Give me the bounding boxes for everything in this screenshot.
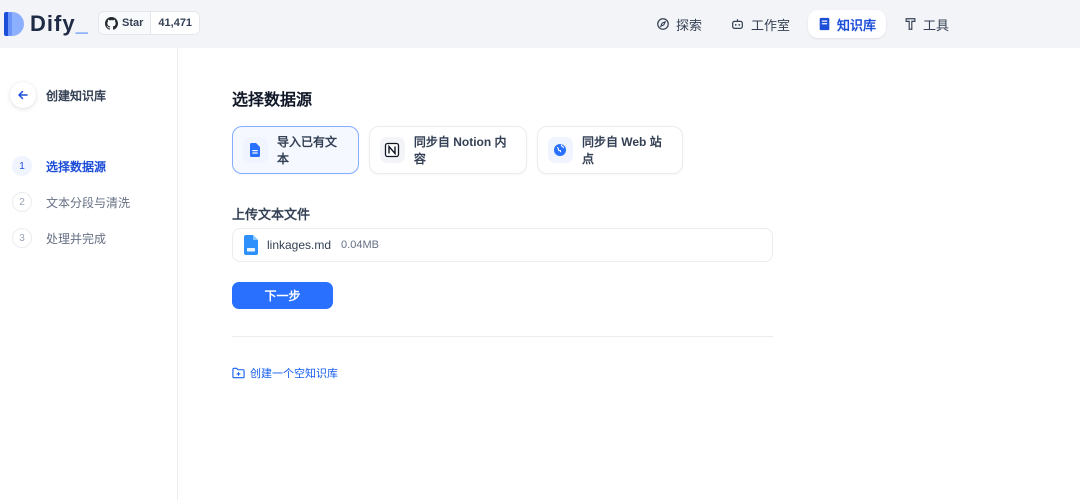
source-label: 同步自 Notion 内容 (413, 135, 507, 166)
step-number: 2 (12, 192, 32, 212)
logo-text: Dify_ (30, 11, 89, 36)
page-title: 选择数据源 (232, 92, 313, 109)
divider (232, 336, 773, 337)
document-icon (243, 137, 268, 163)
nav-studio-label: 工作室 (751, 17, 791, 33)
step-list: 1 选择数据源 2 文本分段与清洗 3 处理并完成 (12, 148, 130, 256)
data-source-options: 导入已有文本 同步自 Notion 内容 同步自 Web 站点 (232, 126, 693, 174)
nav-knowledge-label: 知识库 (837, 17, 877, 33)
source-import-text-button[interactable]: 导入已有文本 (232, 126, 359, 174)
book-icon (819, 17, 830, 31)
source-web-button[interactable]: 同步自 Web 站点 (537, 126, 683, 174)
create-empty-knowledge-link[interactable]: 创建一个空知识库 (232, 365, 338, 381)
github-star-widget[interactable]: Star 41,471 (98, 11, 201, 35)
dify-logo[interactable]: Dify_ (4, 10, 89, 38)
main-content: 选择数据源 导入已有文本 同步自 Notion 内容 同步自 Web 站点 上传… (178, 48, 1080, 500)
folder-plus-icon (232, 367, 245, 379)
main-nav: 探索 工作室 知识库 工具 (646, 10, 967, 38)
github-star-count: 41,471 (151, 12, 200, 34)
explore-icon (657, 18, 669, 30)
step-number: 1 (12, 156, 32, 176)
sidebar-title: 创建知识库 (46, 89, 107, 103)
nav-tools-label: 工具 (923, 17, 950, 33)
next-step-button[interactable]: 下一步 (232, 282, 333, 309)
logo-mark-icon (4, 11, 24, 37)
globe-icon (548, 137, 573, 163)
markdown-file-icon (244, 235, 258, 255)
create-empty-label: 创建一个空知识库 (250, 368, 338, 380)
top-header: Dify_ Star 41,471 探索 工作室 知识库 工具 (0, 0, 1080, 48)
file-name: linkages.md (267, 238, 332, 252)
step-label: 选择数据源 (46, 159, 107, 174)
nav-explore[interactable]: 探索 (646, 10, 712, 38)
steps-sidebar: 创建知识库 1 选择数据源 2 文本分段与清洗 3 处理并完成 (0, 48, 178, 500)
robot-icon (732, 19, 743, 29)
step-label: 文本分段与清洗 (46, 195, 131, 210)
source-label: 导入已有文本 (276, 135, 337, 166)
file-size: 0.04MB (341, 239, 379, 251)
step-item: 2 文本分段与清洗 (12, 184, 130, 220)
github-star-label: Star (122, 17, 144, 29)
tools-icon (905, 18, 916, 30)
uploaded-file-item[interactable]: linkages.md 0.04MB (232, 228, 773, 262)
github-star-button[interactable]: Star (99, 12, 152, 34)
step-number: 3 (12, 228, 32, 248)
notion-icon (380, 137, 405, 163)
github-icon (105, 16, 118, 30)
arrow-left-icon (18, 90, 28, 100)
nav-tools[interactable]: 工具 (894, 10, 959, 38)
step-item: 3 处理并完成 (12, 220, 130, 256)
upload-section-title: 上传文本文件 (232, 207, 311, 222)
nav-knowledge[interactable]: 知识库 (808, 10, 887, 38)
nav-studio[interactable]: 工作室 (720, 10, 800, 38)
step-label: 处理并完成 (46, 231, 107, 246)
source-notion-button[interactable]: 同步自 Notion 内容 (369, 126, 527, 174)
step-item: 1 选择数据源 (12, 148, 130, 184)
back-button[interactable] (10, 82, 36, 108)
source-label: 同步自 Web 站点 (581, 135, 662, 166)
nav-explore-label: 探索 (676, 17, 703, 33)
